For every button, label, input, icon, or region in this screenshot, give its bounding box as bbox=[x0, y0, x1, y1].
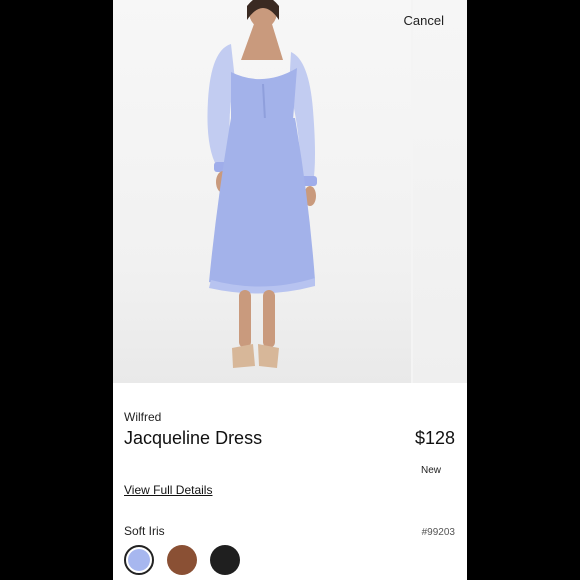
product-price: $128 bbox=[414, 428, 455, 448]
cancel-button[interactable]: Cancel bbox=[404, 13, 444, 28]
selected-color-name: Soft Iris bbox=[124, 524, 165, 538]
app-stage: Cancel Wilfred Jacqueline Dress $128 New… bbox=[0, 0, 580, 580]
condition-badge: New bbox=[420, 465, 441, 476]
swatch-fill bbox=[128, 549, 150, 571]
product-sku: #99203 bbox=[421, 527, 455, 538]
color-swatch-brown[interactable] bbox=[167, 545, 197, 575]
swatch-fill bbox=[167, 545, 197, 575]
view-full-details-link[interactable]: View Full Details bbox=[124, 483, 212, 497]
color-swatch-soft-iris[interactable] bbox=[124, 545, 154, 575]
swatch-fill bbox=[210, 545, 240, 575]
next-photo-preview[interactable] bbox=[413, 0, 467, 383]
product-screen: Cancel Wilfred Jacqueline Dress $128 New… bbox=[113, 0, 467, 580]
product-photo[interactable] bbox=[113, 0, 411, 383]
brand-name: Wilfred bbox=[124, 410, 162, 424]
product-title: Jacqueline Dress bbox=[124, 428, 263, 448]
color-swatch-black[interactable] bbox=[210, 545, 240, 575]
model-illustration bbox=[207, 0, 317, 368]
product-photo-carousel[interactable] bbox=[113, 0, 467, 383]
